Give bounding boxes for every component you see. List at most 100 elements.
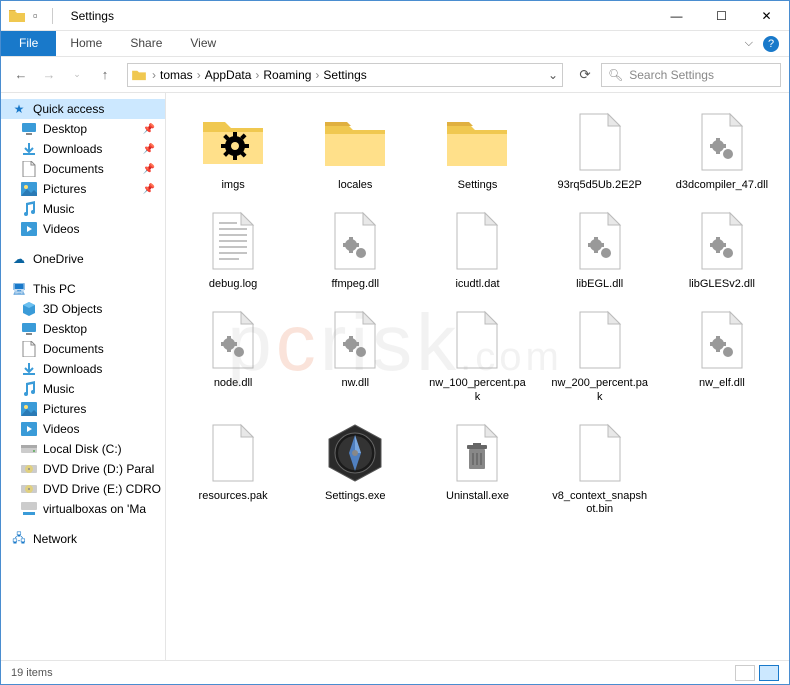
file-pane[interactable]: imgs locales Settings 93rq5d5Ub.2E2P d3dcomp… (166, 93, 789, 660)
file-item[interactable]: debug.log (174, 202, 292, 295)
netdisk-icon (21, 501, 37, 517)
folder-icon (320, 107, 390, 177)
sidebar-item-videos[interactable]: Videos (1, 219, 165, 239)
file-item[interactable]: libEGL.dll (541, 202, 659, 295)
sidebar-item-dvd-drive-e-cdro[interactable]: DVD Drive (E:) CDRO (1, 479, 165, 499)
file-icon (198, 418, 268, 488)
back-button[interactable]: ← (9, 63, 33, 87)
star-icon: ★ (11, 101, 27, 117)
breadcrumb-segment[interactable]: AppData (203, 68, 254, 82)
sidebar-quick-access[interactable]: ★ Quick access (1, 99, 165, 119)
window-title: Settings (71, 9, 114, 23)
chevron-down-icon[interactable]: ⌄ (548, 68, 558, 82)
breadcrumb-segment[interactable]: tomas (158, 68, 195, 82)
file-label: Settings (458, 179, 498, 192)
maximize-button[interactable]: ☐ (699, 1, 744, 31)
dll-icon (320, 305, 390, 375)
3d-icon (21, 301, 37, 317)
file-label: Settings.exe (325, 490, 386, 503)
file-item[interactable]: icudtl.dat (418, 202, 536, 295)
sidebar-item-3d-objects[interactable]: 3D Objects (1, 299, 165, 319)
chevron-right-icon[interactable]: › (195, 68, 203, 82)
properties-icon[interactable]: ▫ (33, 8, 38, 23)
sidebar-onedrive[interactable]: ☁ OneDrive (1, 249, 165, 269)
file-label: node.dll (214, 377, 253, 390)
refresh-button[interactable]: ⟳ (573, 63, 597, 87)
file-item[interactable]: d3dcompiler_47.dll (663, 103, 781, 196)
breadcrumb[interactable]: › tomas › AppData › Roaming › Settings ⌄ (127, 63, 563, 87)
sidebar-item-pictures[interactable]: Pictures (1, 399, 165, 419)
search-icon: 🔍︎ (608, 68, 623, 82)
forward-button[interactable]: → (37, 63, 61, 87)
dvd-icon (21, 481, 37, 497)
file-item[interactable]: node.dll (174, 301, 292, 407)
view-details-button[interactable] (735, 665, 755, 681)
file-icon (565, 418, 635, 488)
sidebar-item-documents[interactable]: Documents📌 (1, 159, 165, 179)
sidebar-item-desktop[interactable]: Desktop📌 (1, 119, 165, 139)
sidebar-item-downloads[interactable]: Downloads📌 (1, 139, 165, 159)
file-item[interactable]: 93rq5d5Ub.2E2P (541, 103, 659, 196)
file-item[interactable]: Uninstall.exe (418, 414, 536, 520)
file-item[interactable]: imgs (174, 103, 292, 196)
view-icons-button[interactable] (759, 665, 779, 681)
pin-icon: 📌 (143, 184, 161, 195)
folder-icon (442, 107, 512, 177)
file-item[interactable]: Settings.exe (296, 414, 414, 520)
help-icon[interactable]: ? (763, 36, 779, 52)
file-item[interactable]: nw.dll (296, 301, 414, 407)
sidebar-item-documents[interactable]: Documents (1, 339, 165, 359)
close-button[interactable]: ✕ (744, 1, 789, 31)
sidebar-item-desktop[interactable]: Desktop (1, 319, 165, 339)
file-item[interactable]: nw_200_percent.pak (541, 301, 659, 407)
sidebar: ★ Quick access Desktop📌Downloads📌Documen… (1, 93, 166, 660)
file-item[interactable]: nw_elf.dll (663, 301, 781, 407)
file-item[interactable]: libGLESv2.dll (663, 202, 781, 295)
sidebar-item-local-disk-c-[interactable]: Local Disk (C:) (1, 439, 165, 459)
tab-view[interactable]: View (176, 31, 230, 56)
recent-dropdown[interactable]: ⌄ (65, 63, 89, 87)
dll-icon (687, 305, 757, 375)
item-count: 19 items (11, 667, 53, 679)
file-label: nw_elf.dll (699, 377, 745, 390)
file-label: d3dcompiler_47.dll (676, 179, 768, 192)
documents-icon (21, 341, 37, 357)
breadcrumb-segment[interactable]: Settings (321, 68, 368, 82)
file-item[interactable]: v8_context_snapshot.bin (541, 414, 659, 520)
sidebar-item-downloads[interactable]: Downloads (1, 359, 165, 379)
sidebar-item-music[interactable]: Music (1, 199, 165, 219)
file-label: imgs (221, 179, 244, 192)
dll-icon (198, 305, 268, 375)
sidebar-this-pc[interactable]: 🖥 This PC (1, 279, 165, 299)
up-button[interactable]: ↑ (93, 63, 117, 87)
sidebar-network[interactable]: 🖧 Network (1, 529, 165, 549)
file-label: libGLESv2.dll (689, 278, 755, 291)
pin-icon: 📌 (143, 164, 161, 175)
chevron-right-icon[interactable]: › (313, 68, 321, 82)
file-label: nw_100_percent.pak (427, 377, 527, 403)
sidebar-item-pictures[interactable]: Pictures📌 (1, 179, 165, 199)
chevron-right-icon[interactable]: › (253, 68, 261, 82)
navbar: ← → ⌄ ↑ › tomas › AppData › Roaming › Se… (1, 57, 789, 93)
tab-share[interactable]: Share (116, 31, 176, 56)
downloads-icon (21, 361, 37, 377)
sidebar-item-dvd-drive-d-paral[interactable]: DVD Drive (D:) Paral (1, 459, 165, 479)
compass-icon (320, 418, 390, 488)
search-input[interactable]: 🔍︎ Search Settings (601, 63, 781, 87)
minimize-button[interactable]: — (654, 1, 699, 31)
file-item[interactable]: resources.pak (174, 414, 292, 520)
sidebar-item-virtualboxas-on-ma[interactable]: virtualboxas on 'Ma (1, 499, 165, 519)
sidebar-item-videos[interactable]: Videos (1, 419, 165, 439)
breadcrumb-segment[interactable]: Roaming (261, 68, 313, 82)
file-item[interactable]: ffmpeg.dll (296, 202, 414, 295)
tab-file[interactable]: File (1, 31, 56, 56)
file-item[interactable]: Settings (418, 103, 536, 196)
network-icon: 🖧 (11, 531, 27, 547)
chevron-right-icon[interactable]: › (150, 68, 158, 82)
dll-icon (687, 107, 757, 177)
ribbon-expand-icon[interactable]: ⌵ (745, 37, 753, 50)
sidebar-item-music[interactable]: Music (1, 379, 165, 399)
file-item[interactable]: locales (296, 103, 414, 196)
file-item[interactable]: nw_100_percent.pak (418, 301, 536, 407)
tab-home[interactable]: Home (56, 31, 116, 56)
